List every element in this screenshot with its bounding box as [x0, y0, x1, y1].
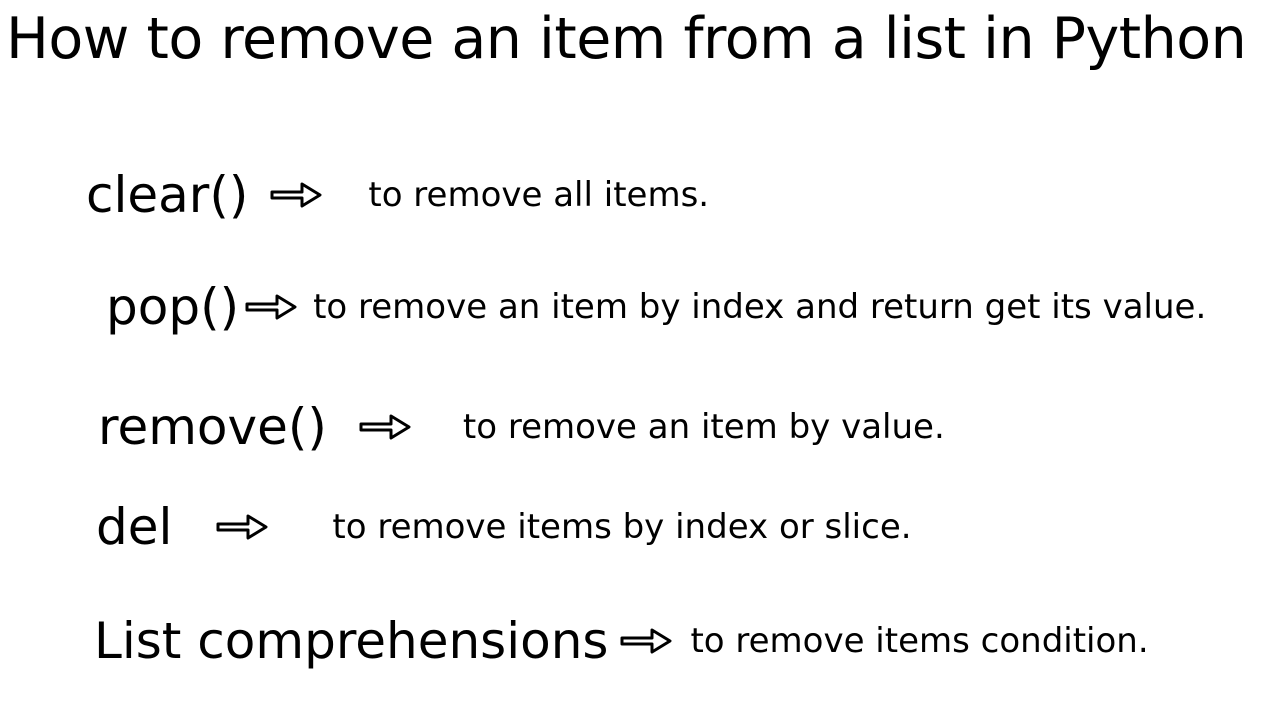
method-description: to remove items condition.: [690, 621, 1148, 661]
method-name: clear(): [86, 166, 248, 224]
method-description: to remove all items.: [368, 175, 709, 215]
method-row-remove: remove() to remove an item by value.: [98, 398, 945, 456]
method-row-pop: pop() to remove an item by index and ret…: [106, 278, 1206, 336]
method-name: remove(): [98, 398, 327, 456]
method-name: List comprehensions: [94, 612, 608, 670]
arrow-right-icon: [216, 512, 268, 542]
method-row-list-comprehensions: List comprehensions to remove items cond…: [94, 612, 1149, 670]
arrow-right-icon: [620, 626, 672, 656]
arrow-right-icon: [359, 412, 411, 442]
method-description: to remove items by index or slice.: [332, 507, 911, 547]
method-description: to remove an item by index and return ge…: [313, 287, 1206, 327]
page-title: How to remove an item from a list in Pyt…: [6, 6, 1246, 72]
method-description: to remove an item by value.: [463, 407, 945, 447]
method-name: pop(): [106, 278, 239, 336]
arrow-right-icon: [245, 292, 297, 322]
method-row-clear: clear() to remove all items.: [86, 166, 709, 224]
method-name: del: [96, 498, 172, 556]
arrow-right-icon: [270, 180, 322, 210]
method-row-del: del to remove items by index or slice.: [96, 498, 912, 556]
